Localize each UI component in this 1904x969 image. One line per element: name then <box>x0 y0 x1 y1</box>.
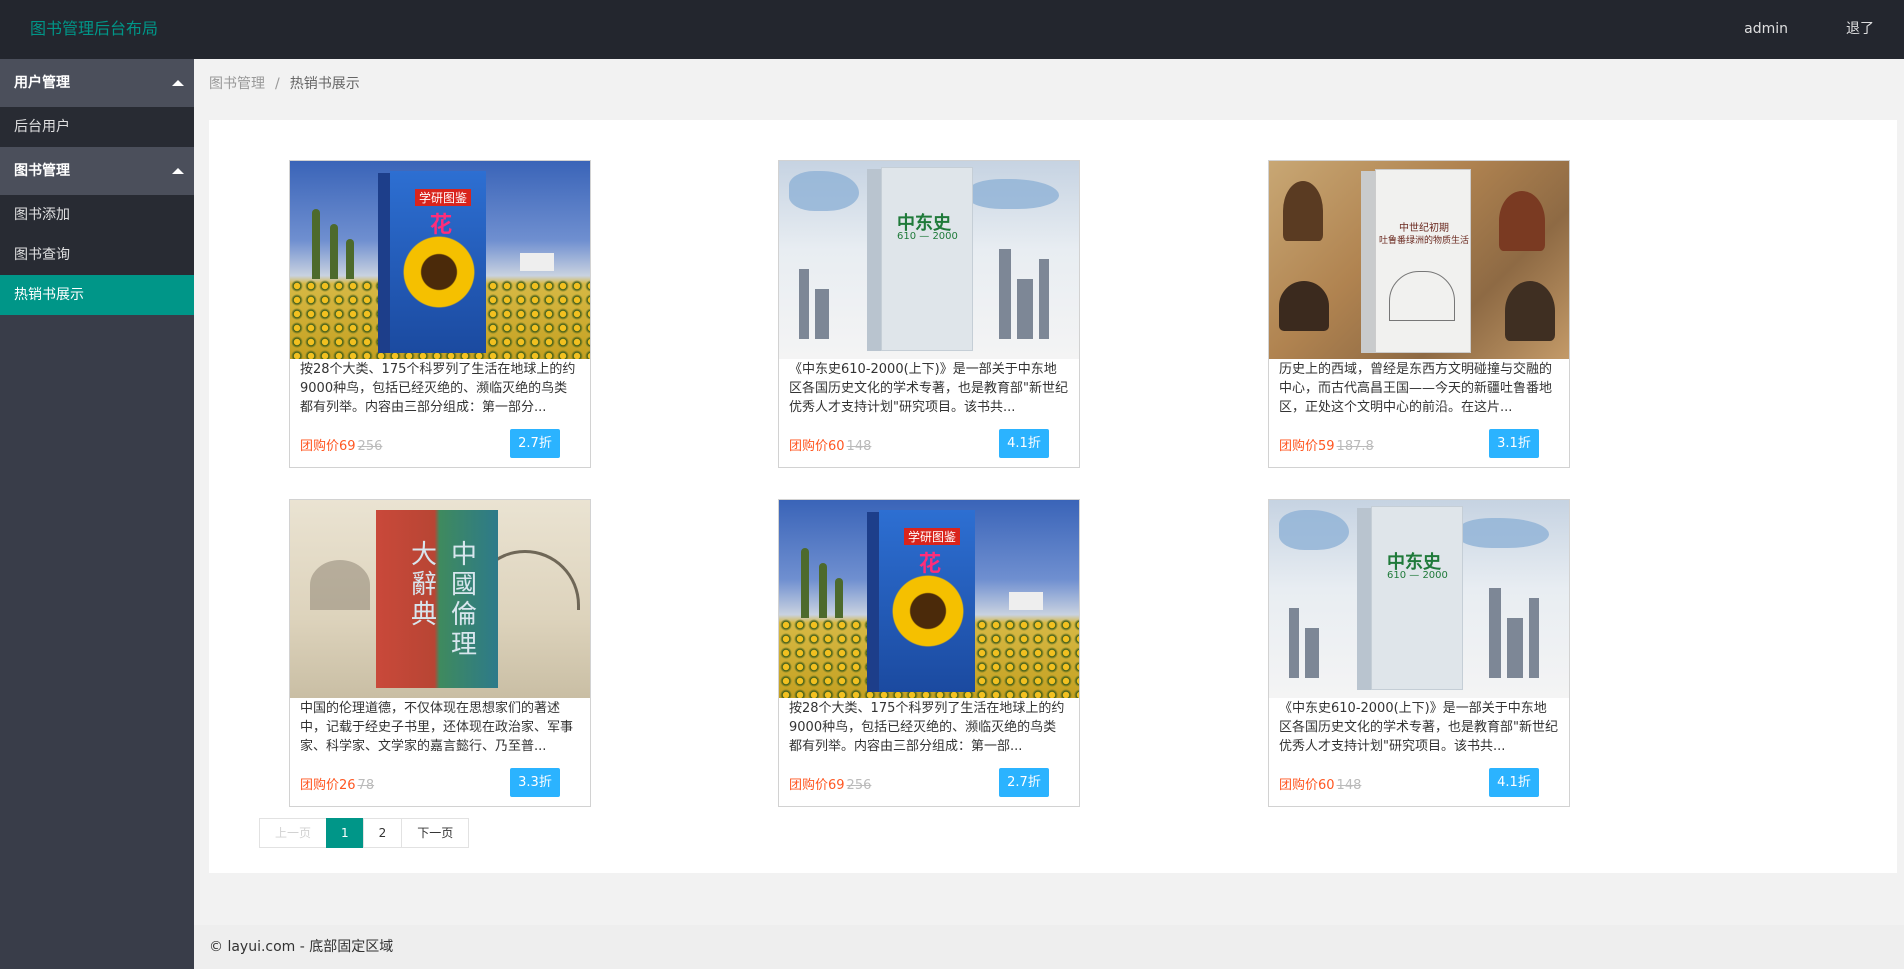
discount-badge[interactable]: 3.3折 <box>510 768 560 797</box>
price-label: 团购价59 <box>1279 439 1335 454</box>
group-price: 团购价60 148 <box>1279 774 1361 793</box>
book-cover-image[interactable]: 学研图鉴 花 <box>779 500 1079 698</box>
group-price: 团购价26 78 <box>300 774 374 793</box>
book-card-footer: 团购价59 187.8 3.1折 <box>1279 429 1559 458</box>
content-panel: 学研图鉴 花 按28个大类、175个科罗列了生活在地球上的约9000种鸟，包括已… <box>209 120 1897 873</box>
sidebar-item-backend-users[interactable]: 后台用户 <box>0 107 194 147</box>
book-cover-image[interactable]: 中世纪初期 吐鲁番绿洲的物质生活 <box>1269 161 1569 359</box>
app-logo[interactable]: 图书管理后台布局 <box>30 0 158 58</box>
book-description: 历史上的西域，曾经是东西方文明碰撞与交融的中心，而古代高昌王国——今天的新疆吐鲁… <box>1279 362 1553 415</box>
price-label: 团购价69 <box>300 439 356 454</box>
cover-series-label: 学研图鉴 <box>904 528 961 545</box>
cover-title: 中國 <box>450 540 477 600</box>
book-card-footer: 团购价26 78 3.3折 <box>300 768 580 797</box>
book-cover-image[interactable]: 中东史 610 — 2000 <box>779 161 1079 359</box>
original-price: 78 <box>357 778 375 793</box>
cover-subtitle: 吐鲁番绿洲的物质生活 <box>1379 236 1470 246</box>
discount-badge[interactable]: 2.7折 <box>510 429 560 458</box>
page-footer: © layui.com - 底部固定区域 <box>194 925 1904 969</box>
cover-subtitle: 610 — 2000 <box>897 231 958 242</box>
cover-title: 倫理 <box>450 600 477 660</box>
book-description: 按28个大类、175个科罗列了生活在地球上的约9000种鸟，包括已经灭绝的、濒临… <box>300 362 576 415</box>
book-card[interactable]: 中世纪初期 吐鲁番绿洲的物质生活 历史上的西域，曾经是东西方文明碰撞与交融的中心… <box>1268 160 1570 468</box>
original-price: 256 <box>846 778 872 793</box>
discount-badge[interactable]: 4.1折 <box>999 429 1049 458</box>
book-cover-image[interactable]: 中國 倫理 大辭 典 <box>290 500 590 698</box>
page-2-button[interactable]: 2 <box>362 818 403 848</box>
discount-badge[interactable]: 2.7折 <box>999 768 1049 797</box>
book-card-footer: 团购价60 148 4.1折 <box>789 429 1069 458</box>
price-label: 团购价26 <box>300 778 356 793</box>
breadcrumb-separator: / <box>275 76 280 92</box>
sidebar-group-book-management[interactable]: 图书管理 <box>0 147 194 195</box>
original-price: 148 <box>846 439 872 454</box>
price-label: 团购价69 <box>789 778 845 793</box>
book-card[interactable]: 中國 倫理 大辭 典 中国的伦理道德，不仅体现在思想家们的著述中，记载于经史子书… <box>289 499 591 807</box>
discount-badge[interactable]: 4.1折 <box>1489 768 1539 797</box>
cover-title: 大辭 <box>410 540 437 600</box>
book-description: 《中东史610-2000(上下)》是一部关于中东地区各国历史文化的学术专著，也是… <box>1279 701 1558 754</box>
user-menu-admin[interactable]: admin <box>1724 0 1826 59</box>
book-card-footer: 团购价69 256 2.7折 <box>300 429 580 458</box>
sidebar-submenu-book: 图书添加 图书查询 热销书展示 <box>0 195 194 315</box>
chevron-up-icon <box>172 80 184 86</box>
sidebar-item-bestsellers[interactable]: 热销书展示 <box>0 275 194 315</box>
next-page-button[interactable]: 下一页 <box>401 818 470 848</box>
cover-title: 典 <box>410 600 437 630</box>
chevron-up-icon <box>172 168 184 174</box>
book-card[interactable]: 中东史 610 — 2000 《中东史610-2000(上下)》是一部关于中东地… <box>778 160 1080 468</box>
breadcrumb-home[interactable]: 图书管理 <box>209 76 265 92</box>
cover-title: 中世纪初期 <box>1399 223 1449 234</box>
header-nav: admin 退了 <box>1724 0 1904 59</box>
group-price: 团购价60 148 <box>789 435 871 454</box>
group-price: 团购价69 256 <box>300 435 382 454</box>
original-price: 148 <box>1336 778 1362 793</box>
logout-link[interactable]: 退了 <box>1826 0 1904 59</box>
book-description: 中国的伦理道德，不仅体现在思想家们的著述中，记载于经史子书里，还体现在政治家、军… <box>300 701 574 754</box>
book-card-footer: 团购价60 148 4.1折 <box>1279 768 1559 797</box>
book-card-footer: 团购价69 256 2.7折 <box>789 768 1069 797</box>
book-card[interactable]: 学研图鉴 花 按28个大类、175个科罗列了生活在地球上的约9000种鸟，包括已… <box>778 499 1080 807</box>
price-label: 团购价60 <box>1279 778 1335 793</box>
breadcrumb-current: 热销书展示 <box>289 76 360 92</box>
top-header: 图书管理后台布局 admin 退了 <box>0 0 1904 59</box>
breadcrumb: 图书管理 / 热销书展示 <box>209 73 360 95</box>
book-description: 《中东史610-2000(上下)》是一部关于中东地区各国历史文化的学术专著，也是… <box>789 362 1068 415</box>
sidebar-group-label: 用户管理 <box>14 75 70 91</box>
prev-page-button[interactable]: 上一页 <box>259 818 328 848</box>
book-card[interactable]: 中东史 610 — 2000 《中东史610-2000(上下)》是一部关于中东地… <box>1268 499 1570 807</box>
group-price: 团购价59 187.8 <box>1279 435 1374 454</box>
pagination: 上一页 1 2 下一页 <box>259 818 470 848</box>
book-card[interactable]: 学研图鉴 花 按28个大类、175个科罗列了生活在地球上的约9000种鸟，包括已… <box>289 160 591 468</box>
sidebar-group-label: 图书管理 <box>14 163 70 179</box>
price-label: 团购价60 <box>789 439 845 454</box>
sidebar-group-user-management[interactable]: 用户管理 <box>0 59 194 107</box>
book-cover-image[interactable]: 中东史 610 — 2000 <box>1269 500 1569 698</box>
sidebar-submenu-user: 后台用户 <box>0 107 194 147</box>
sidebar-item-book-add[interactable]: 图书添加 <box>0 195 194 235</box>
cover-series-label: 学研图鉴 <box>415 189 472 206</box>
sidebar-item-book-query[interactable]: 图书查询 <box>0 235 194 275</box>
sidebar: 用户管理 后台用户 图书管理 图书添加 图书查询 热销书展示 <box>0 59 194 969</box>
original-price: 187.8 <box>1336 439 1374 454</box>
original-price: 256 <box>357 439 383 454</box>
page-1-button[interactable]: 1 <box>326 818 364 848</box>
book-cover-image[interactable]: 学研图鉴 花 <box>290 161 590 359</box>
cover-subtitle: 610 — 2000 <box>1387 570 1448 581</box>
group-price: 团购价69 256 <box>789 774 871 793</box>
book-description: 按28个大类、175个科罗列了生活在地球上的约9000种鸟，包括已经灭绝的、濒临… <box>789 701 1065 754</box>
discount-badge[interactable]: 3.1折 <box>1489 429 1539 458</box>
